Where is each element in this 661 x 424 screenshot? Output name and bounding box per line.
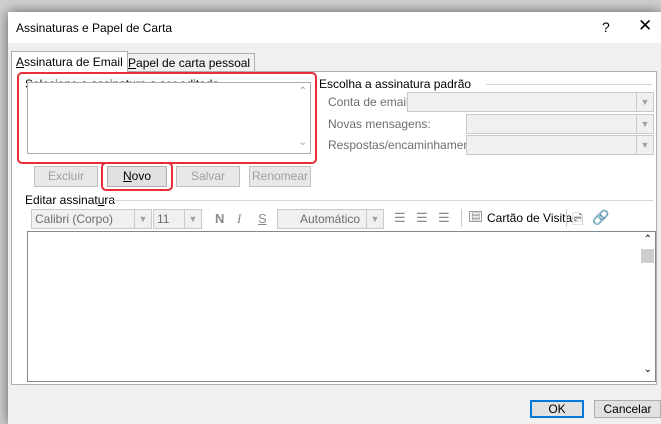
chevron-down-icon[interactable]: ▼ [366, 210, 383, 228]
font-color-value: Automático [300, 212, 361, 226]
highlight-box-list [17, 72, 317, 164]
business-card-button[interactable]: Cartão de Visita [487, 211, 572, 225]
chevron-down-icon[interactable]: ▼ [636, 93, 653, 111]
toolbar-separator [566, 209, 567, 227]
tab-email-signature[interactable]: Assinatura de Email [11, 51, 128, 72]
font-select[interactable]: Calibri (Corpo) ▼ [31, 209, 152, 229]
rename-button[interactable]: Renomear [249, 166, 311, 187]
bold-button[interactable]: N [215, 211, 224, 226]
scroll-thumb[interactable] [641, 249, 654, 263]
save-button[interactable]: Salvar [176, 166, 240, 187]
chevron-down-icon[interactable]: ▼ [636, 136, 653, 154]
default-signature-label: Escolha a assinatura padrão [319, 77, 472, 91]
group-divider [486, 84, 652, 85]
font-size-select[interactable]: 11 ▼ [153, 209, 202, 229]
insert-hyperlink-icon[interactable]: 🔗 [592, 209, 609, 226]
dialog-title: Assinaturas e Papel de Carta [16, 21, 173, 35]
chevron-down-icon[interactable]: ▼ [134, 210, 151, 228]
chevron-down-icon[interactable]: ▼ [184, 210, 201, 228]
align-right-icon[interactable]: ☰ [438, 210, 450, 226]
cancel-button[interactable]: Cancelar [594, 400, 661, 418]
font-value: Calibri (Corpo) [35, 212, 114, 226]
toolbar-separator [461, 209, 462, 227]
business-card-icon[interactable]: ▤ [469, 211, 483, 222]
underline-button[interactable]: S [258, 211, 267, 226]
email-account-select[interactable]: ▼ [407, 92, 654, 112]
highlight-box-new [101, 162, 173, 191]
title-bar: Assinaturas e Papel de Carta ? ✕ [8, 12, 661, 43]
group-divider [113, 200, 653, 201]
edit-signature-label: Editar assinatura [25, 193, 116, 207]
ok-button[interactable]: OK [530, 400, 584, 418]
align-left-icon[interactable]: ☰ [394, 210, 406, 226]
font-color-select[interactable]: Automático ▼ [277, 209, 384, 229]
font-size-value: 11 [157, 212, 170, 226]
scroll-up-icon[interactable]: ⌃ [644, 234, 652, 245]
tab-personal-stationery[interactable]: Papel de carta pessoal [123, 53, 256, 72]
email-account-label: Conta de email: [328, 95, 413, 109]
new-messages-select[interactable]: ▼ [466, 114, 654, 134]
close-icon[interactable]: ✕ [638, 16, 652, 36]
signature-editor[interactable]: ⌃ ⌄ [27, 231, 656, 382]
italic-button[interactable]: I [237, 211, 241, 227]
align-center-icon[interactable]: ☰ [416, 210, 428, 226]
insert-picture-icon[interactable]: 🖻 [572, 209, 583, 233]
editor-scrollbar[interactable]: ⌃ ⌄ [640, 232, 655, 381]
delete-button[interactable]: Excluir [34, 166, 98, 187]
chevron-down-icon[interactable]: ▼ [636, 115, 653, 133]
help-button[interactable]: ? [602, 19, 610, 35]
new-messages-label: Novas mensagens: [328, 117, 431, 131]
replies-select[interactable]: ▼ [466, 135, 654, 155]
scroll-down-icon[interactable]: ⌄ [644, 364, 652, 375]
